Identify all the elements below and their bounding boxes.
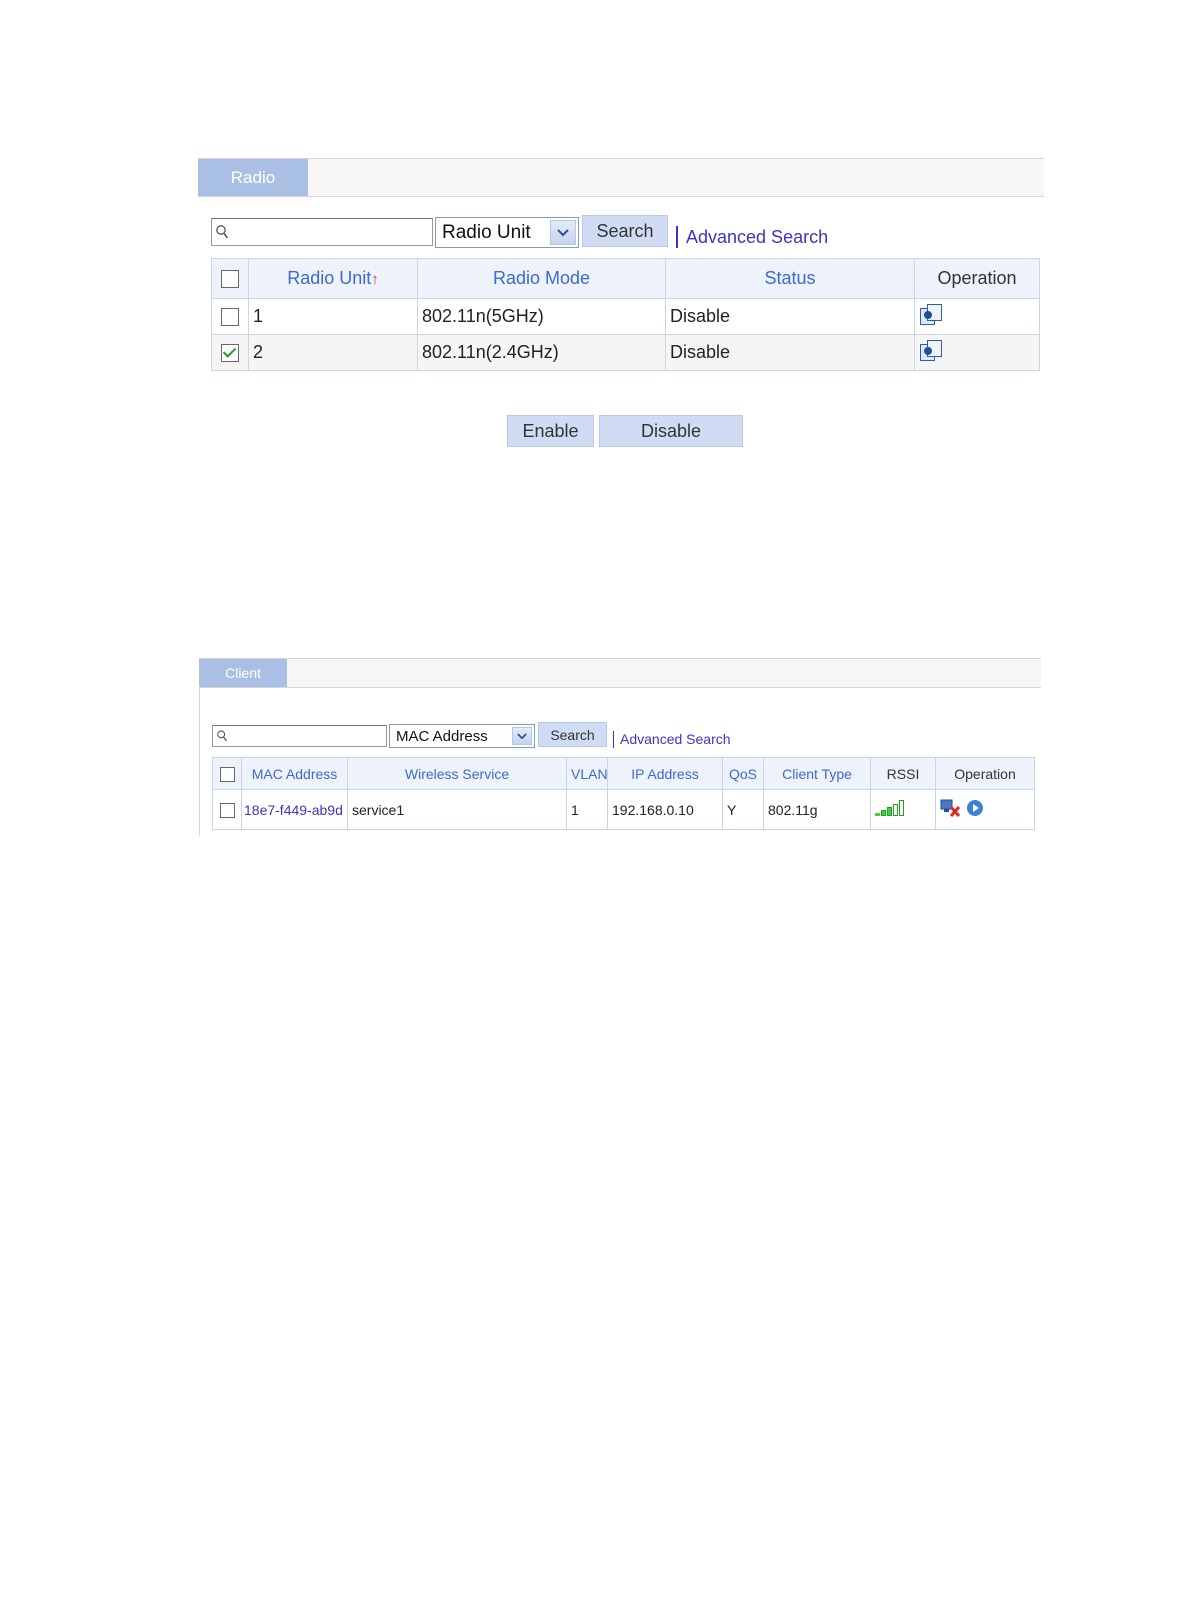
separator	[676, 226, 678, 248]
client-search-field-select[interactable]: MAC Address	[389, 724, 535, 748]
col-rssi: RSSI	[870, 757, 936, 790]
select-all-cell	[212, 757, 242, 790]
select-all-cell	[211, 258, 249, 299]
radio-search-field-select[interactable]: Radio Unit	[435, 217, 579, 248]
signal-strength-icon	[875, 800, 904, 816]
row-checkbox[interactable]	[221, 344, 239, 363]
row-select-cell	[211, 334, 249, 371]
rssi-bar	[887, 807, 892, 816]
radio-select-value: Radio Unit	[442, 221, 531, 243]
row-checkbox[interactable]	[221, 308, 239, 327]
col-status[interactable]: Status	[665, 258, 915, 299]
radio-search-input[interactable]	[211, 218, 433, 246]
client-search-button[interactable]: Search	[538, 722, 607, 747]
cell-mac-address-link[interactable]: 18e7-f449-ab9d	[241, 789, 348, 830]
table-row: 1 802.11n(5GHz) Disable	[211, 298, 1040, 335]
magnifier-icon	[217, 730, 227, 742]
col-client-type[interactable]: Client Type	[763, 757, 871, 790]
advanced-search-label[interactable]: Advanced Search	[686, 227, 828, 248]
client-panel-left-border	[199, 686, 200, 836]
cell-client-type: 802.11g	[763, 789, 871, 830]
cell-qos: Y	[722, 789, 764, 830]
client-advanced-search-link[interactable]: Advanced Search	[613, 729, 731, 749]
client-table: MAC Address Wireless Service VLAN IP Add…	[212, 757, 1035, 830]
cell-ip-address: 192.168.0.10	[607, 789, 723, 830]
enable-button[interactable]: Enable	[507, 415, 594, 447]
col-radio-unit-label[interactable]: Radio Unit	[287, 268, 371, 288]
table-row: 18e7-f449-ab9d service1 1 192.168.0.10 Y…	[212, 789, 1035, 830]
tab-radio[interactable]: Radio	[198, 159, 308, 196]
col-ip-address[interactable]: IP Address	[607, 757, 723, 790]
cell-status: Disable	[665, 334, 915, 371]
configure-icon[interactable]	[919, 303, 942, 325]
row-select-cell	[211, 298, 249, 335]
client-tabbar: Client	[199, 658, 1041, 688]
cell-operation	[914, 334, 1040, 371]
configure-icon[interactable]	[919, 339, 942, 361]
select-all-checkbox[interactable]	[221, 270, 239, 289]
col-operation: Operation	[935, 757, 1035, 790]
disable-button[interactable]: Disable	[599, 415, 743, 447]
tab-client[interactable]: Client	[199, 659, 287, 687]
cell-wireless-service: service1	[347, 789, 567, 830]
col-operation: Operation	[914, 258, 1040, 299]
table-header-row: MAC Address Wireless Service VLAN IP Add…	[212, 757, 1035, 790]
col-mac-address[interactable]: MAC Address	[241, 757, 348, 790]
client-search-input[interactable]	[212, 725, 387, 747]
col-vlan[interactable]: VLAN	[566, 757, 608, 790]
client-select-value: MAC Address	[396, 727, 488, 745]
cell-radio-mode: 802.11n(5GHz)	[417, 298, 666, 335]
chevron-down-icon	[550, 220, 576, 245]
cell-operation	[935, 789, 1035, 830]
row-checkbox[interactable]	[219, 802, 235, 818]
sort-up-icon: ↑	[371, 271, 379, 288]
col-radio-mode[interactable]: Radio Mode	[417, 258, 666, 299]
separator	[613, 730, 614, 748]
cell-status: Disable	[665, 298, 915, 335]
cell-radio-mode: 802.11n(2.4GHz)	[417, 334, 666, 371]
chevron-down-icon	[512, 727, 532, 745]
cell-operation	[914, 298, 1040, 335]
row-select-cell	[212, 789, 242, 830]
col-qos[interactable]: QoS	[722, 757, 764, 790]
rssi-bar	[893, 804, 898, 816]
col-wireless-service[interactable]: Wireless Service	[347, 757, 567, 790]
radio-tabbar: Radio	[198, 158, 1044, 197]
magnifier-icon	[216, 225, 229, 239]
radio-advanced-search-link[interactable]: Advanced Search	[676, 224, 828, 250]
table-header-row: Radio Unit↑ Radio Mode Status Operation	[211, 258, 1040, 299]
col-radio-unit[interactable]: Radio Unit↑	[248, 258, 418, 299]
radio-table: Radio Unit↑ Radio Mode Status Operation …	[211, 258, 1040, 371]
radio-search-button[interactable]: Search	[582, 215, 668, 247]
advanced-search-label[interactable]: Advanced Search	[620, 731, 731, 747]
cell-radio-unit: 2	[248, 334, 418, 371]
cell-vlan: 1	[566, 789, 608, 830]
table-row: 2 802.11n(2.4GHz) Disable	[211, 334, 1040, 371]
rssi-bar	[899, 800, 904, 816]
play-icon[interactable]	[966, 799, 984, 820]
rssi-base	[875, 813, 880, 816]
select-all-checkbox[interactable]	[219, 766, 235, 782]
rssi-bar	[881, 810, 886, 816]
cell-radio-unit: 1	[248, 298, 418, 335]
cell-rssi	[870, 789, 936, 830]
disconnect-icon[interactable]	[940, 798, 962, 821]
